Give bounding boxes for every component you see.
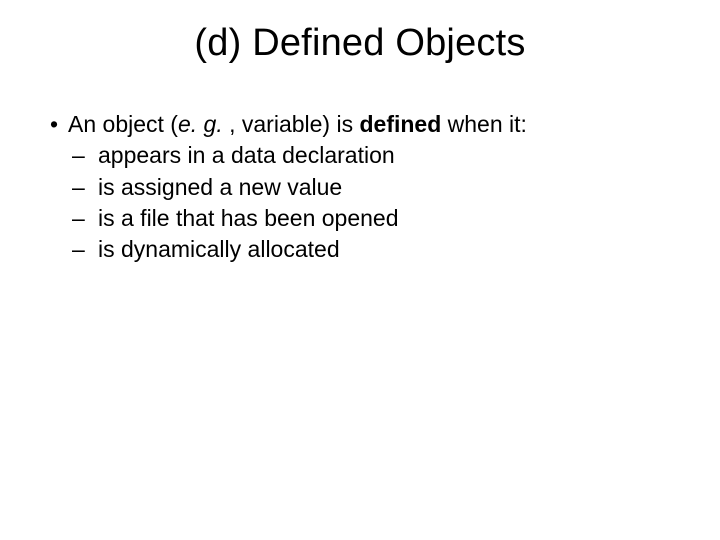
- list-item-text: is dynamically allocated: [98, 234, 340, 264]
- slide-body: • An object (e. g. , variable) is define…: [40, 109, 680, 265]
- dash-icon: –: [72, 203, 98, 233]
- dash-icon: –: [72, 172, 98, 202]
- list-item-text: is a file that has been opened: [98, 203, 399, 233]
- lead-defined: defined: [359, 111, 441, 137]
- dash-icon: –: [72, 234, 98, 264]
- list-item: – is a file that has been opened: [72, 203, 680, 233]
- list-item: – appears in a data declaration: [72, 140, 680, 170]
- bullet-lead-text: An object (e. g. , variable) is defined …: [68, 109, 680, 139]
- list-item: – is assigned a new value: [72, 172, 680, 202]
- lead-post: when it:: [441, 111, 527, 137]
- dash-icon: –: [72, 140, 98, 170]
- list-item-text: appears in a data declaration: [98, 140, 395, 170]
- list-item-text: is assigned a new value: [98, 172, 342, 202]
- lead-mid: , variable) is: [229, 111, 359, 137]
- lead-eg: e. g.: [178, 111, 229, 137]
- bullet-lead: • An object (e. g. , variable) is define…: [40, 109, 680, 139]
- lead-pre: An object (: [68, 111, 178, 137]
- slide: (d) Defined Objects • An object (e. g. ,…: [0, 0, 720, 540]
- bullet-icon: •: [40, 109, 68, 139]
- list-item: – is dynamically allocated: [72, 234, 680, 264]
- slide-title: (d) Defined Objects: [40, 22, 680, 65]
